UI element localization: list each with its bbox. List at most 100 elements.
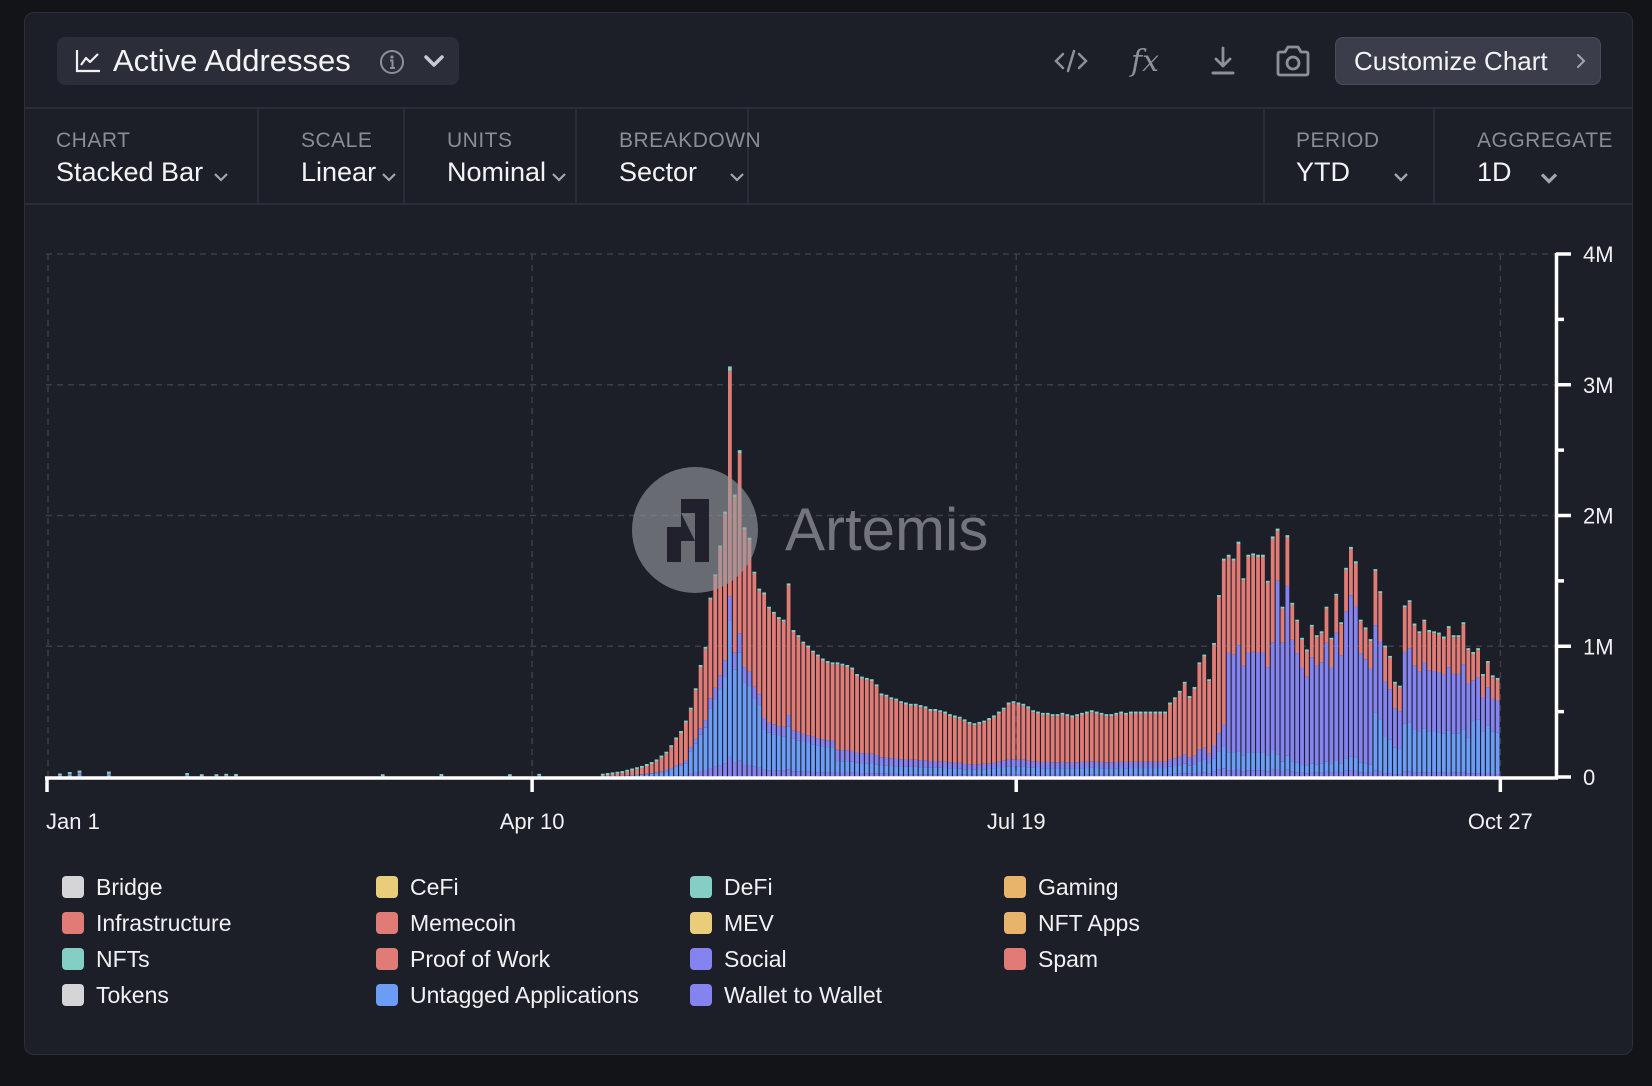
bar-day-200[interactable] [1026, 706, 1031, 777]
bar-day-154[interactable] [801, 641, 806, 777]
bar-day-212[interactable] [1084, 711, 1089, 777]
bar-day-251[interactable] [1275, 528, 1280, 777]
bar-day-186[interactable] [957, 716, 962, 777]
bar-day-166[interactable] [860, 676, 864, 777]
bar-day-6[interactable] [77, 770, 82, 777]
bar-day-193[interactable] [992, 715, 996, 777]
bar-day-263[interactable] [1334, 593, 1339, 777]
bar-day-244[interactable] [1241, 578, 1246, 777]
bar-day-132[interactable] [693, 688, 698, 777]
bar-day-239[interactable] [1217, 595, 1221, 777]
bar-day-210[interactable] [1075, 714, 1079, 777]
bar-day-163[interactable] [845, 664, 850, 777]
bar-day-261[interactable] [1324, 606, 1329, 777]
bar-day-122[interactable] [644, 763, 649, 777]
bar-day-201[interactable] [1031, 710, 1035, 777]
bar-day-130[interactable] [684, 720, 688, 777]
bar-day-150[interactable] [781, 619, 786, 777]
bar-day-117[interactable] [620, 771, 625, 777]
bar-day-225[interactable] [1148, 711, 1153, 777]
bar-day-165[interactable] [855, 674, 859, 777]
bar-day-125[interactable] [659, 755, 664, 777]
bar-day-120[interactable] [635, 767, 639, 777]
bar-day-249[interactable] [1265, 580, 1270, 777]
bar-day-123[interactable] [649, 762, 654, 777]
bar-day-162[interactable] [840, 663, 845, 777]
bar-day-254[interactable] [1290, 602, 1295, 777]
bar-day-149[interactable] [776, 617, 781, 777]
bar-day-160[interactable] [830, 662, 835, 777]
bar-day-242[interactable] [1231, 558, 1236, 777]
bar-day-213[interactable] [1089, 710, 1094, 777]
bar-day-252[interactable] [1280, 606, 1285, 777]
bar-day-240[interactable] [1221, 558, 1226, 777]
bar-day-136[interactable] [713, 574, 718, 777]
bar-day-222[interactable] [1133, 711, 1138, 777]
bar-day-279[interactable] [1412, 623, 1417, 777]
bar-day-255[interactable] [1295, 619, 1300, 777]
bar-day-272[interactable] [1378, 591, 1383, 777]
bar-day-273[interactable] [1383, 645, 1388, 777]
bar-day-145[interactable] [757, 588, 762, 777]
bar-day-195[interactable] [1001, 707, 1006, 777]
bar-day-277[interactable] [1402, 605, 1407, 777]
bar-day-188[interactable] [967, 721, 972, 777]
bar-day-217[interactable] [1109, 714, 1114, 777]
bar-day-274[interactable] [1388, 655, 1392, 777]
bar-day-179[interactable] [923, 706, 928, 777]
bar-day-265[interactable] [1344, 567, 1348, 777]
bar-day-129[interactable] [679, 730, 683, 777]
bar-day-151[interactable] [786, 583, 791, 777]
bar-day-285[interactable] [1441, 636, 1446, 777]
bar-day-268[interactable] [1358, 619, 1363, 777]
bar-day-203[interactable] [1040, 712, 1045, 777]
bar-day-224[interactable] [1143, 711, 1148, 777]
bar-day-170[interactable] [879, 693, 884, 777]
bar-day-182[interactable] [938, 710, 943, 777]
bar-day-276[interactable] [1397, 685, 1402, 777]
bar-day-159[interactable] [825, 661, 830, 777]
bar-day-196[interactable] [1006, 702, 1011, 777]
bar-day-156[interactable] [811, 650, 815, 777]
bar-day-164[interactable] [850, 667, 855, 777]
bar-day-128[interactable] [674, 737, 679, 777]
bar-day-275[interactable] [1393, 681, 1397, 777]
bar-day-226[interactable] [1153, 711, 1158, 777]
bar-day-264[interactable] [1339, 622, 1344, 777]
bar-day-135[interactable] [708, 597, 713, 777]
bar-day-204[interactable] [1045, 712, 1050, 777]
bar-day-143[interactable] [747, 537, 752, 777]
bar-day-228[interactable] [1163, 711, 1168, 777]
bar-day-238[interactable] [1212, 642, 1216, 777]
bar-day-183[interactable] [943, 711, 947, 777]
bar-day-229[interactable] [1168, 702, 1172, 777]
bar-day-131[interactable] [688, 707, 693, 777]
bar-day-147[interactable] [767, 606, 771, 777]
bar-day-12[interactable] [106, 771, 111, 777]
bar-day-175[interactable] [904, 702, 908, 777]
bar-day-134[interactable] [703, 646, 708, 777]
bar-day-218[interactable] [1114, 712, 1119, 777]
bar-day-152[interactable] [791, 630, 796, 777]
bar-day-266[interactable] [1349, 546, 1353, 777]
bar-day-202[interactable] [1036, 711, 1040, 777]
bar-day-243[interactable] [1236, 541, 1241, 777]
bar-day-290[interactable] [1466, 648, 1471, 777]
bar-day-157[interactable] [816, 654, 820, 777]
bar-day-245[interactable] [1246, 554, 1251, 777]
bar-day-155[interactable] [806, 645, 811, 777]
bar-day-246[interactable] [1251, 553, 1256, 777]
bar-day-208[interactable] [1065, 714, 1070, 777]
bar-day-180[interactable] [928, 708, 933, 777]
bar-day-294[interactable] [1485, 661, 1490, 777]
bar-day-230[interactable] [1173, 697, 1177, 777]
bar-day-271[interactable] [1373, 569, 1378, 777]
bar-day-173[interactable] [894, 698, 899, 777]
bar-day-190[interactable] [977, 721, 982, 777]
bar-day-158[interactable] [820, 658, 825, 777]
bar-day-187[interactable] [962, 719, 967, 777]
bar-day-296[interactable] [1495, 677, 1500, 777]
bar-day-232[interactable] [1182, 681, 1187, 777]
bar-day-168[interactable] [869, 679, 874, 777]
bar-day-291[interactable] [1471, 652, 1476, 777]
